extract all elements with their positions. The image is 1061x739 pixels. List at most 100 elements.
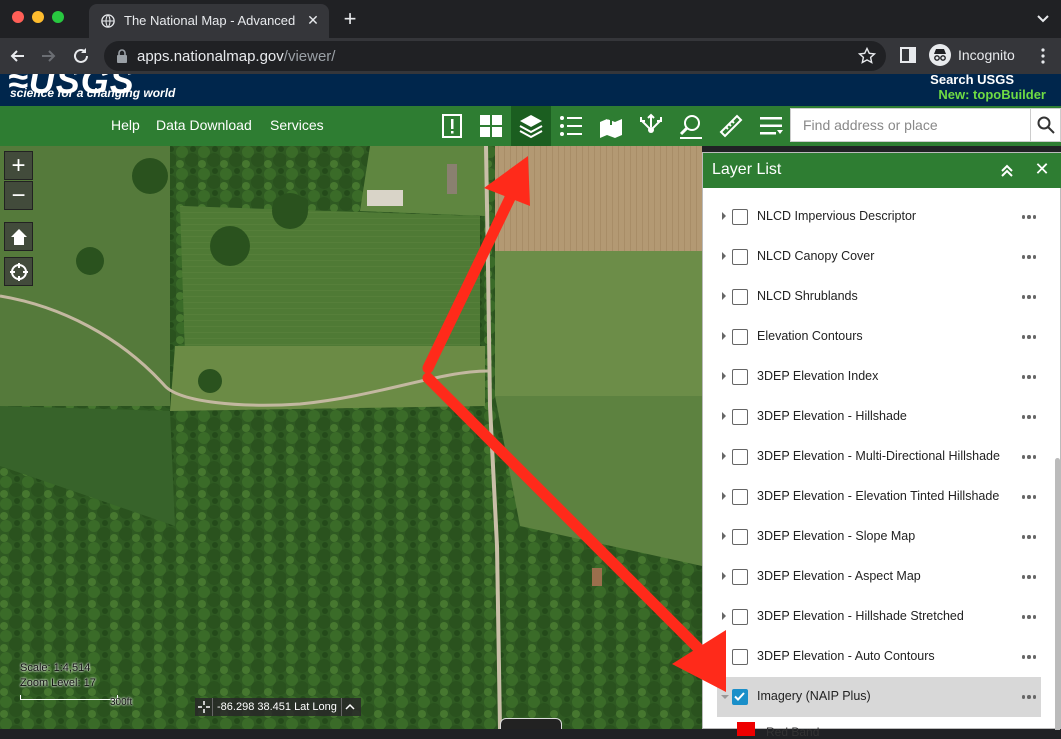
layer-checkbox[interactable] (732, 529, 748, 545)
layer-checkbox[interactable] (732, 369, 748, 385)
layer-checkbox[interactable] (732, 289, 748, 305)
address-search-input[interactable] (791, 109, 1030, 141)
coordinate-text: -86.298 38.451 Lat Long (217, 701, 337, 713)
address-bar[interactable]: apps.nationalmap.gov/viewer/ (104, 41, 886, 71)
services-link[interactable]: Services (270, 117, 324, 133)
layer-row[interactable]: 3DEP Elevation Index (717, 357, 1041, 397)
layer-row[interactable]: 3DEP Elevation - Hillshade Stretched (717, 597, 1041, 637)
share-icon (640, 113, 662, 133)
layer-row-selected[interactable]: Imagery (NAIP Plus) (717, 677, 1041, 717)
close-tab-icon[interactable]: ✕ (305, 12, 321, 28)
collapse-icon[interactable] (999, 162, 1015, 178)
layer-checkbox[interactable] (732, 449, 748, 465)
reload-icon[interactable] (71, 46, 91, 66)
layer-label: 3DEP Elevation - Hillshade Stretched (757, 609, 964, 623)
more-options-icon[interactable] (1019, 609, 1039, 625)
panel-scrollbar[interactable] (1055, 458, 1060, 730)
layer-row[interactable]: NLCD Canopy Cover (717, 237, 1041, 277)
more-options-icon[interactable] (1019, 689, 1039, 705)
close-window-button[interactable] (12, 11, 24, 23)
back-arrow-icon[interactable] (8, 46, 28, 66)
layer-row[interactable]: NLCD Impervious Descriptor (717, 197, 1041, 237)
layer-list-button[interactable] (511, 106, 551, 146)
expand-arrow-icon[interactable] (722, 412, 726, 420)
more-options-icon[interactable] (1019, 529, 1039, 545)
expand-arrow-icon[interactable] (722, 532, 726, 540)
more-options-icon[interactable] (1019, 449, 1039, 465)
more-options-icon[interactable] (1019, 329, 1039, 345)
more-options-icon[interactable] (1019, 209, 1039, 225)
expand-arrow-icon[interactable] (722, 612, 726, 620)
layer-checkbox[interactable] (732, 489, 748, 505)
layer-label: 3DEP Elevation - Hillshade (757, 409, 907, 423)
more-options-icon[interactable] (1019, 409, 1039, 425)
more-options-icon[interactable] (1019, 649, 1039, 665)
expand-arrow-icon[interactable] (722, 652, 726, 660)
layer-row[interactable]: Elevation Contours (717, 317, 1041, 357)
new-tab-button[interactable]: + (340, 8, 360, 30)
more-options-icon[interactable] (1019, 249, 1039, 265)
layer-row[interactable]: 3DEP Elevation - Hillshade (717, 397, 1041, 437)
search-map-button[interactable] (671, 106, 711, 146)
layer-checkbox[interactable] (732, 329, 748, 345)
pointer-crosshair-icon[interactable] (195, 698, 213, 716)
layer-checkbox[interactable] (732, 249, 748, 265)
share-button[interactable] (631, 106, 671, 146)
layer-checkbox[interactable] (732, 409, 748, 425)
zoom-in-button[interactable]: + (4, 151, 33, 180)
expand-arrow-icon[interactable] (722, 452, 726, 460)
layer-checkbox[interactable] (732, 609, 748, 625)
layer-row[interactable]: 3DEP Elevation - Multi-Directional Hills… (717, 437, 1041, 477)
layer-checkbox[interactable] (732, 209, 748, 225)
chevron-up-icon[interactable] (340, 698, 359, 716)
expand-arrow-icon[interactable] (722, 212, 726, 220)
expand-arrow-icon[interactable] (722, 332, 726, 340)
expand-arrow-icon[interactable] (722, 492, 726, 500)
browser-tab[interactable]: The National Map - Advanced V ✕ (89, 4, 329, 38)
side-panel-icon[interactable] (900, 47, 916, 63)
close-icon[interactable]: ✕ (1033, 160, 1051, 178)
attribute-table-tab[interactable] (500, 718, 562, 729)
more-options-icon[interactable] (1019, 569, 1039, 585)
more-options-icon[interactable] (1019, 489, 1039, 505)
layer-checkbox[interactable] (732, 569, 748, 585)
minimize-window-button[interactable] (32, 11, 44, 23)
help-link[interactable]: Help (111, 117, 140, 133)
layer-checkbox-checked[interactable] (732, 689, 748, 705)
topobuilder-link[interactable]: New: topoBuilder (938, 87, 1046, 102)
legend-button[interactable] (551, 106, 591, 146)
home-button[interactable] (4, 222, 33, 251)
layer-row[interactable]: 3DEP Elevation - Auto Contours (717, 637, 1041, 677)
address-search-button[interactable] (1031, 108, 1061, 142)
layer-row[interactable]: 3DEP Elevation - Elevation Tinted Hillsh… (717, 477, 1041, 517)
more-tools-button[interactable] (751, 106, 791, 146)
map-view[interactable]: + − Scale: 1:4,514 Zoom Level: 17 300ft … (0, 146, 702, 729)
zoom-out-button[interactable]: − (4, 181, 33, 210)
expand-arrow-icon[interactable] (722, 372, 726, 380)
browser-menu-icon[interactable] (1040, 47, 1046, 65)
maximize-window-button[interactable] (52, 11, 64, 23)
expand-arrow-icon[interactable] (722, 292, 726, 300)
layer-row[interactable]: NLCD Shrublands (717, 277, 1041, 317)
forward-arrow-icon[interactable] (38, 46, 58, 66)
search-usgs-link[interactable]: Search USGS (930, 74, 1014, 87)
chevron-down-icon[interactable] (1036, 12, 1050, 26)
layer-row[interactable]: 3DEP Elevation - Slope Map (717, 517, 1041, 557)
incognito-icon[interactable] (929, 44, 951, 66)
bookmark-star-icon[interactable] (858, 47, 876, 65)
expand-arrow-icon[interactable] (722, 572, 726, 580)
add-data-button[interactable] (591, 106, 631, 146)
layer-row[interactable]: 3DEP Elevation - Aspect Map (717, 557, 1041, 597)
layer-label: 3DEP Elevation - Elevation Tinted Hillsh… (757, 489, 1000, 503)
more-options-icon[interactable] (1019, 289, 1039, 305)
alert-button[interactable] (432, 106, 472, 146)
data-download-link[interactable]: Data Download (156, 117, 252, 133)
collapse-arrow-icon[interactable] (721, 695, 729, 699)
measure-button[interactable] (711, 106, 751, 146)
locate-button[interactable] (4, 257, 33, 286)
expand-arrow-icon[interactable] (722, 252, 726, 260)
basemap-gallery-button[interactable] (471, 106, 511, 146)
more-options-icon[interactable] (1019, 369, 1039, 385)
layer-list-header: Layer List ✕ (703, 153, 1061, 188)
layer-checkbox[interactable] (732, 649, 748, 665)
